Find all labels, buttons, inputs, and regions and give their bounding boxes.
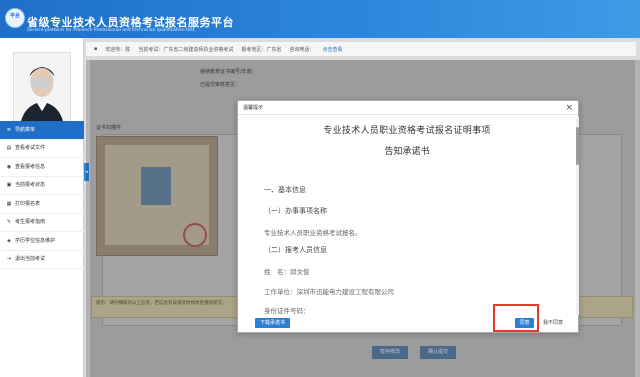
scrollbar-thumb[interactable] <box>576 127 579 165</box>
commitment-dialog: 温馨提示 × 专业技术人员职业资格考试报名证明事项 告知承诺书 一、基本信息 （… <box>237 100 579 333</box>
welcome-text: 欢迎你：陈 <box>105 46 131 53</box>
sidebar-item-label: 打印报名表 <box>15 200 41 207</box>
download-commitment-button[interactable]: 下载承诺书 <box>255 318 291 328</box>
info-icon: ◉ <box>6 163 12 170</box>
sidebar: ≡ 导航菜单 ▤ 查看考试文件 ◉ 查看报考信息 ▣ 当前报考状态 ▦ 打印报名… <box>0 38 84 377</box>
sidebar-item-nav-menu[interactable]: ≡ 导航菜单 <box>0 121 84 140</box>
sidebar-item-label: 考生报考指南 <box>15 219 46 225</box>
document-subtitle: 告知承诺书 <box>384 147 430 157</box>
user-info-bar: ▪ 欢迎你：陈 当前考试：广东省二级建造师执业资格考试 报考地区：广东省 咨询电… <box>86 42 636 56</box>
guide-icon: ✎ <box>6 219 12 226</box>
sidebar-item-education[interactable]: ◈ 学历学位信息维护 <box>0 232 84 251</box>
consult-link[interactable]: 点击查看 <box>322 46 342 53</box>
sidebar-item-exam-files[interactable]: ▤ 查看考试文件 <box>0 140 84 158</box>
sidebar-item-label: 查看报考信息 <box>15 163 46 170</box>
section-heading: 一、基本信息 <box>264 186 306 194</box>
print-icon: ▦ <box>6 200 12 207</box>
current-exam: 当前考试：广东省二级建造师执业资格考试 <box>138 46 234 53</box>
user-icon: ▪ <box>94 46 98 52</box>
exam-region: 报考地区：广东省 <box>241 46 282 53</box>
platform-subtitle: Service platform for Province Profession… <box>27 28 195 33</box>
sidebar-item-label: 导航菜单 <box>15 126 36 133</box>
menu-icon: ≡ <box>6 126 12 133</box>
status-icon: ▣ <box>6 182 12 189</box>
sidebar-item-status[interactable]: ▣ 当前报考状态 <box>0 177 84 195</box>
applicant-id-number: 身份证件号码： <box>264 307 310 315</box>
sidebar-item-label: 查看考试文件 <box>15 145 46 151</box>
subsection-heading: （一）办事事项名称 <box>264 207 327 215</box>
logo-text: 平台 <box>9 13 20 19</box>
document-title: 专业技术人员职业资格考试报名证明事项 <box>323 126 491 136</box>
file-icon: ▤ <box>6 145 12 152</box>
avatar <box>13 52 71 130</box>
commitment-document: 专业技术人员职业资格考试报名证明事项 告知承诺书 一、基本信息 （一）办事事项名… <box>242 117 572 315</box>
dialog-title: 温馨提示 <box>243 105 264 111</box>
sidebar-item-label: 退出当前考试 <box>15 256 46 262</box>
disagree-button[interactable]: 我不同意 <box>543 318 563 328</box>
applicant-name: 姓 名：邱文俊 <box>264 268 310 276</box>
sidebar-item-guide[interactable]: ✎ 考生报考指南 <box>0 214 84 232</box>
item-name-text: 专业技术人员职业资格考试报名。 <box>264 229 362 237</box>
sidebar-item-label: 当前报考状态 <box>15 182 46 188</box>
edu-icon: ◈ <box>7 237 11 244</box>
subsection-heading: （二）报考人员信息 <box>264 246 327 254</box>
applicant-employer: 工作单位：深圳市迅能电力建设工程有限公司 <box>264 288 394 296</box>
exit-icon: ⇥ <box>6 256 12 263</box>
dialog-header: 温馨提示 × <box>238 101 578 115</box>
sidebar-item-print-form[interactable]: ▦ 打印报名表 <box>0 195 84 214</box>
sidebar-item-label: 学历学位信息维护 <box>15 237 56 244</box>
user-photo <box>14 53 70 129</box>
sidebar-item-application-info[interactable]: ◉ 查看报考信息 <box>0 158 84 177</box>
sidebar-nav: ≡ 导航菜单 ▤ 查看考试文件 ◉ 查看报考信息 ▣ 当前报考状态 ▦ 打印报名… <box>0 121 84 269</box>
sidebar-item-exit-exam[interactable]: ⇥ 退出当前考试 <box>0 251 84 269</box>
highlight-box <box>493 304 539 332</box>
document-scrollbar[interactable] <box>576 117 579 315</box>
close-icon[interactable]: × <box>565 103 573 113</box>
app-header: 平台 省级专业技术人员资格考试报名服务平台 Service platform f… <box>0 0 640 38</box>
consult-label: 咨询电话： <box>289 46 315 53</box>
